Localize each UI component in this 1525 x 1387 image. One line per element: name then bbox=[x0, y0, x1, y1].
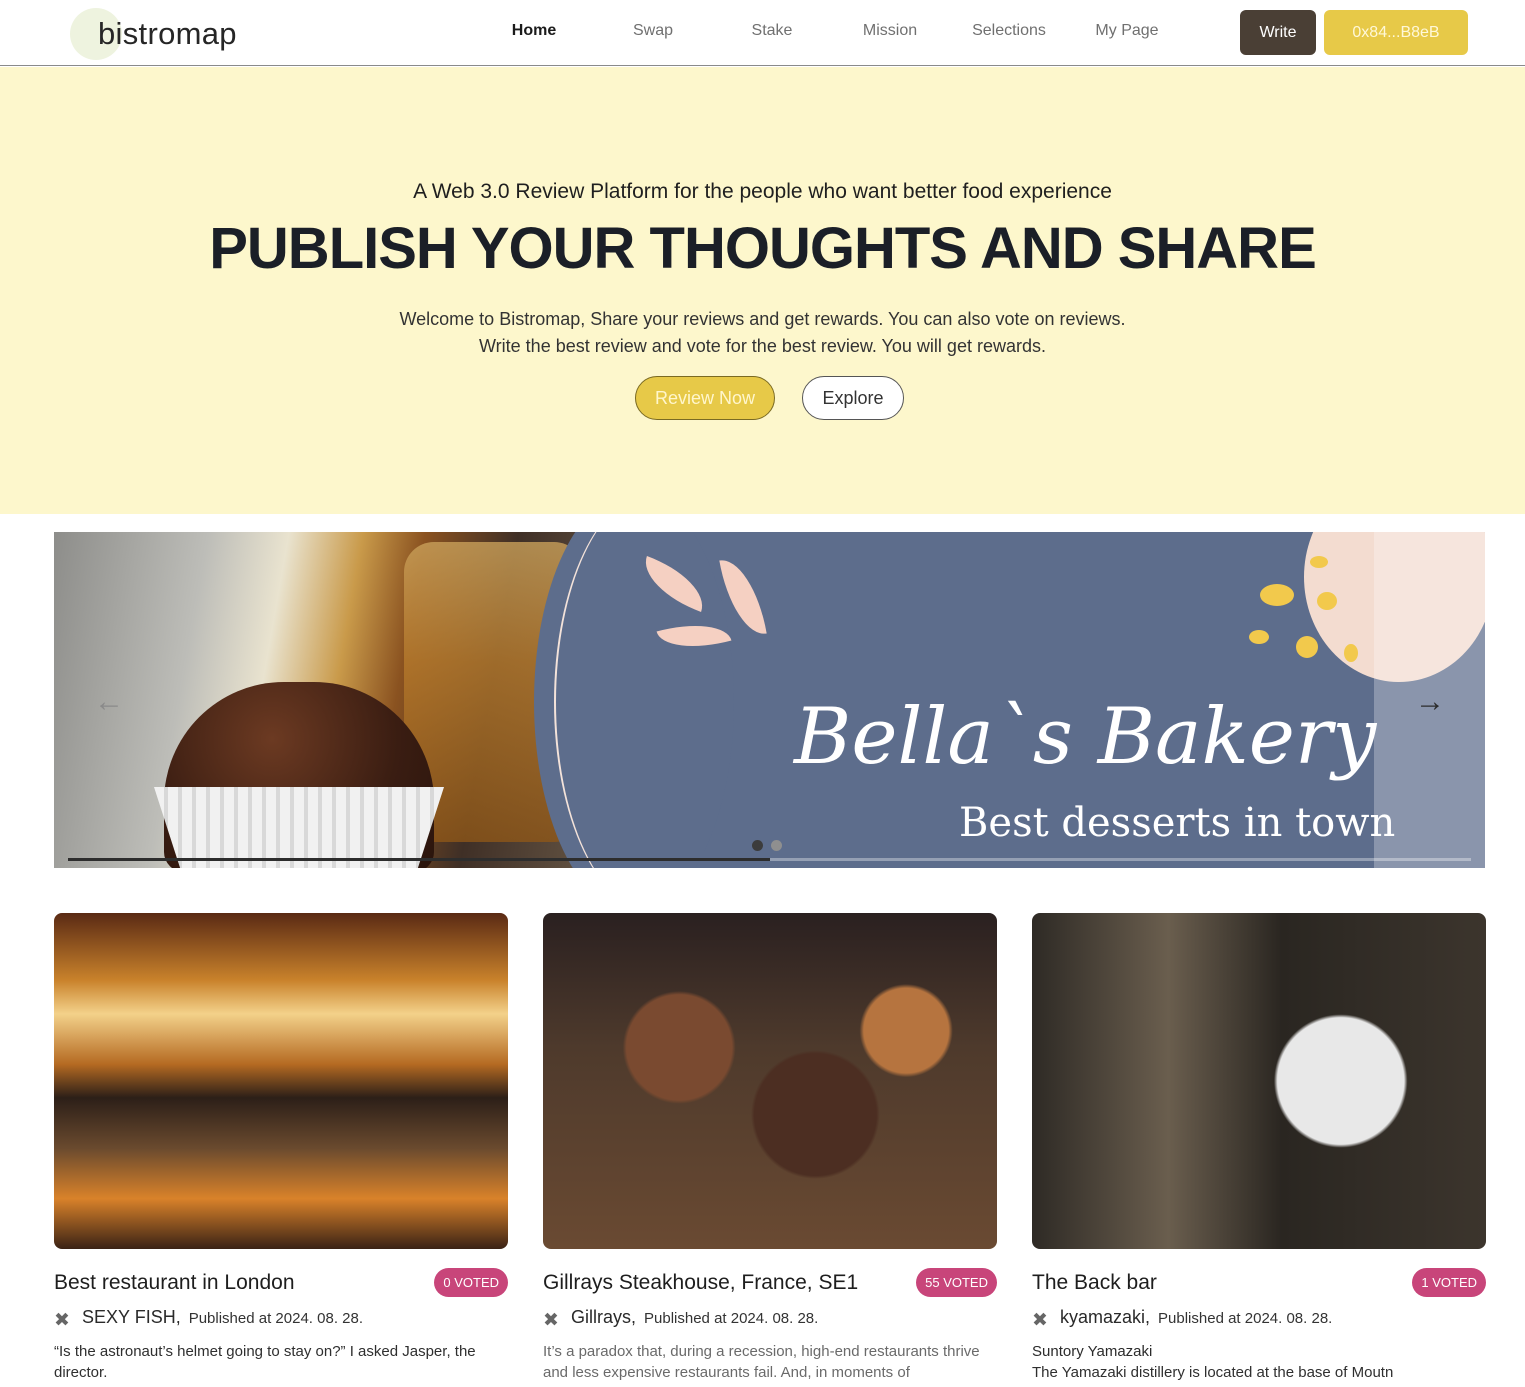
hero-title: PUBLISH YOUR THOUGHTS AND SHARE bbox=[209, 216, 1317, 281]
review-card-subtitle: Suntory Yamazaki bbox=[1032, 1343, 1153, 1360]
wallet-button[interactable]: 0x84...B8eB bbox=[1324, 10, 1468, 55]
write-button[interactable]: Write bbox=[1240, 10, 1316, 55]
nav-home[interactable]: Home bbox=[484, 22, 584, 40]
review-card-excerpt: Suntory Yamazaki The Yamazaki distillery… bbox=[1032, 1341, 1486, 1383]
carousel-progress-fill bbox=[68, 858, 770, 861]
review-card-date: Published at 2024. 08. 28. bbox=[188, 1310, 364, 1327]
cutlery-icon: ✖ bbox=[54, 1310, 70, 1331]
carousel-pagination bbox=[752, 840, 782, 851]
pagination-dot-active[interactable] bbox=[752, 840, 763, 851]
dot-decoration bbox=[1344, 644, 1358, 662]
review-card-title[interactable]: Best restaurant in London bbox=[54, 1271, 295, 1295]
vote-badge: 1 VOTED bbox=[1412, 1268, 1486, 1297]
review-card-excerpt: “Is the astronaut’s helmet going to stay… bbox=[54, 1343, 476, 1381]
hero-description-line-1: Welcome to Bistromap, Share your reviews… bbox=[399, 309, 1126, 329]
review-card-image bbox=[543, 913, 997, 1249]
top-navbar: bistromap Home Swap Stake Mission Select… bbox=[0, 0, 1525, 66]
banner-photo bbox=[54, 532, 614, 868]
banner-title: Bella`s Bakery bbox=[794, 692, 1377, 782]
logo-text: bistromap bbox=[98, 16, 237, 51]
cutlery-icon: ✖ bbox=[543, 1310, 559, 1331]
hero-description: Welcome to Bistromap, Share your reviews… bbox=[0, 306, 1525, 360]
review-card[interactable]: The Back bar 1 VOTED ✖ kyamazaki, Publis… bbox=[1032, 913, 1486, 1381]
muffin-cup-image bbox=[154, 787, 444, 868]
dot-decoration bbox=[1317, 592, 1337, 610]
vote-badge: 0 VOTED bbox=[434, 1268, 508, 1297]
dot-decoration bbox=[1310, 556, 1328, 568]
carousel-progress bbox=[68, 858, 1471, 861]
dot-decoration bbox=[1296, 636, 1318, 658]
review-now-button[interactable]: Review Now bbox=[635, 376, 775, 420]
nav-selections[interactable]: Selections bbox=[959, 22, 1059, 40]
hero-description-line-2: Write the best review and vote for the b… bbox=[479, 336, 1046, 356]
explore-button[interactable]: Explore bbox=[802, 376, 904, 420]
review-card-author: SEXY FISH, bbox=[82, 1307, 181, 1327]
review-card-title[interactable]: The Back bar bbox=[1032, 1271, 1157, 1295]
review-card-meta: ✖ SEXY FISH, Published at 2024. 08. 28. bbox=[54, 1307, 364, 1331]
review-card-author: Gillrays, bbox=[571, 1307, 637, 1327]
dot-decoration bbox=[1260, 584, 1294, 606]
review-card-title[interactable]: Gillrays Steakhouse, France, SE1 bbox=[543, 1271, 858, 1295]
review-card-meta: ✖ Gillrays, Published at 2024. 08. 28. bbox=[543, 1307, 819, 1331]
logo[interactable]: bistromap bbox=[68, 6, 268, 60]
promo-carousel[interactable]: Bella`s Bakery Best desserts in town ← → bbox=[54, 532, 1485, 868]
hero-section: A Web 3.0 Review Platform for the people… bbox=[0, 67, 1525, 514]
nav-mission[interactable]: Mission bbox=[840, 22, 940, 40]
review-card-meta: ✖ kyamazaki, Published at 2024. 08. 28. bbox=[1032, 1307, 1333, 1331]
nav-swap[interactable]: Swap bbox=[603, 22, 703, 40]
review-card[interactable]: Gillrays Steakhouse, France, SE1 55 VOTE… bbox=[543, 913, 997, 1381]
banner-subtitle: Best desserts in town bbox=[959, 800, 1396, 846]
review-card-author: kyamazaki, bbox=[1060, 1307, 1151, 1327]
vote-badge: 55 VOTED bbox=[916, 1268, 997, 1297]
review-card-date: Published at 2024. 08. 28. bbox=[644, 1310, 819, 1327]
review-card-image bbox=[1032, 913, 1486, 1249]
arrow-left-icon[interactable]: ← bbox=[89, 682, 129, 722]
arrow-right-icon[interactable]: → bbox=[1410, 682, 1450, 722]
dot-decoration bbox=[1249, 630, 1269, 644]
review-card-date: Published at 2024. 08. 28. bbox=[1158, 1310, 1333, 1327]
review-card-image bbox=[54, 913, 508, 1249]
hero-kicker: A Web 3.0 Review Platform for the people… bbox=[413, 180, 1112, 203]
review-card[interactable]: Best restaurant in London 0 VOTED ✖ SEXY… bbox=[54, 913, 508, 1381]
cutlery-icon: ✖ bbox=[1032, 1310, 1048, 1331]
nav-my-page[interactable]: My Page bbox=[1077, 22, 1177, 40]
review-card-excerpt-text: The Yamazaki distillery is located at th… bbox=[1032, 1364, 1394, 1381]
pagination-dot[interactable] bbox=[771, 840, 782, 851]
review-card-excerpt: It’s a paradox that, during a recession,… bbox=[543, 1343, 980, 1381]
nav-stake[interactable]: Stake bbox=[722, 22, 822, 40]
